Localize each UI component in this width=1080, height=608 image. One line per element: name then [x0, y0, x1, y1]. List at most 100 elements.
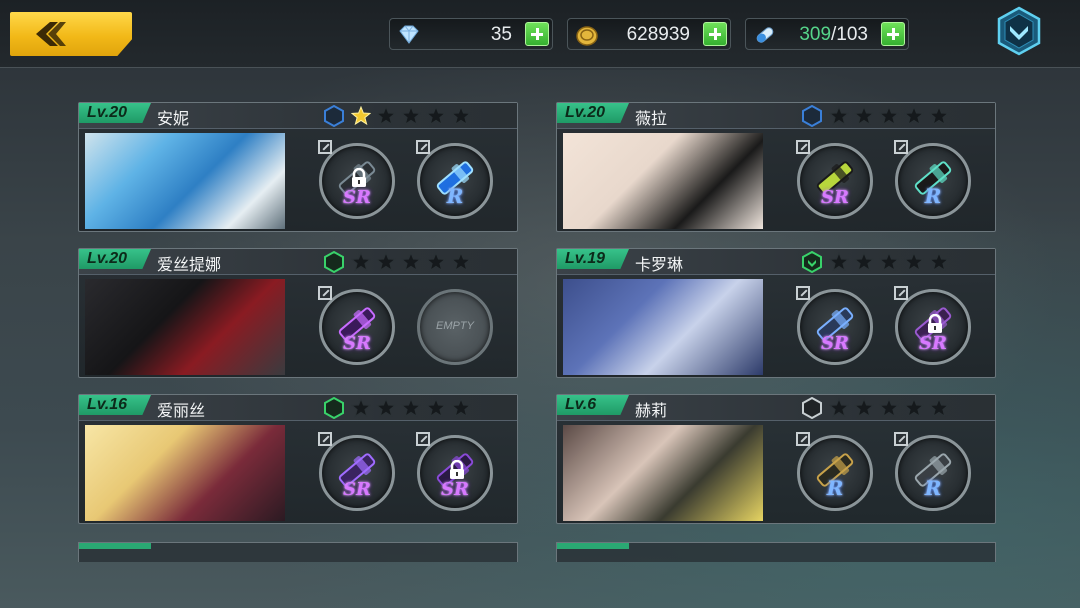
stamina-resource: 309/103	[745, 18, 909, 50]
rarity-label: SR	[821, 333, 849, 354]
character-card[interactable]: Lv.20 安妮 SR R	[78, 102, 518, 232]
rank-hex-icon	[801, 396, 823, 420]
top-bar: 35 628939 309/103	[0, 0, 1080, 68]
star-icon	[903, 105, 925, 126]
star-icon	[425, 397, 447, 418]
card-header: Lv.20 爱丝提娜	[79, 249, 517, 275]
back-arrow-icon	[36, 22, 66, 46]
level-label: Lv.16	[79, 395, 151, 415]
level-label: Lv.20	[557, 103, 629, 123]
star-icon	[928, 105, 950, 126]
level-label: Lv.19	[557, 249, 629, 269]
rank-hex-icon	[323, 104, 345, 128]
add-gold-button[interactable]	[703, 22, 727, 46]
star-icon	[878, 105, 900, 126]
stamina-count: 309/103	[799, 24, 868, 46]
stamina-current: 309	[799, 24, 832, 45]
gem-resource: 35	[389, 18, 553, 50]
equip-edit-icon	[796, 140, 810, 154]
card-header: Lv.16 爱丽丝	[79, 395, 517, 421]
gem-count: 35	[490, 24, 512, 45]
weapon-slot[interactable]: SR	[318, 432, 395, 511]
star-rating	[828, 105, 950, 126]
character-portrait[interactable]	[563, 133, 763, 229]
card-header: Lv.20 薇拉	[557, 103, 995, 129]
rarity-label: R	[924, 184, 942, 208]
character-card[interactable]: Lv.16 爱丽丝 SR SR	[78, 394, 518, 524]
star-rating	[828, 397, 950, 418]
equip-edit-icon	[318, 140, 332, 154]
partial-card-8	[556, 542, 996, 562]
add-gems-button[interactable]	[525, 22, 549, 46]
star-icon	[450, 105, 472, 126]
star-icon	[878, 251, 900, 272]
star-icon	[878, 397, 900, 418]
weapon-slot[interactable]: SR	[796, 140, 873, 219]
character-name: 爱丝提娜	[157, 255, 222, 274]
star-icon	[853, 397, 875, 418]
weapon-slot[interactable]: SR	[894, 286, 971, 365]
gem-icon	[399, 25, 419, 44]
partial-card-7	[78, 542, 518, 562]
rarity-label: SR	[441, 479, 469, 500]
level-label: Lv.6	[557, 395, 629, 415]
character-card[interactable]: Lv.20 薇拉 SR R	[556, 102, 996, 232]
character-portrait[interactable]	[85, 425, 285, 521]
equip-edit-icon	[894, 286, 908, 300]
weapon-slot[interactable]: R	[416, 140, 493, 219]
equip-edit-icon	[416, 140, 430, 154]
rarity-label: SR	[821, 187, 849, 208]
rarity-label: SR	[343, 187, 371, 208]
equip-edit-icon	[796, 286, 810, 300]
star-rating	[828, 251, 950, 272]
stamina-max: /103	[831, 24, 868, 45]
star-icon	[903, 251, 925, 272]
star-icon	[400, 397, 422, 418]
card-header: Lv.19 卡罗琳	[557, 249, 995, 275]
character-portrait[interactable]	[85, 279, 285, 375]
star-rating	[350, 251, 472, 272]
equip-edit-icon	[796, 432, 810, 446]
rarity-label: R	[446, 184, 464, 208]
level-label: Lv.20	[79, 249, 151, 269]
star-icon	[375, 105, 397, 126]
character-card[interactable]: Lv.19 卡罗琳 SR SR	[556, 248, 996, 378]
star-icon	[375, 251, 397, 272]
add-stamina-button[interactable]	[881, 22, 905, 46]
weapon-slot[interactable]: SR	[796, 286, 873, 365]
rank-hex-icon	[323, 396, 345, 420]
rarity-label: SR	[343, 333, 371, 354]
weapon-slot[interactable]: R	[894, 140, 971, 219]
character-name: 薇拉	[635, 109, 668, 128]
star-rating	[350, 397, 472, 418]
equip-edit-icon	[416, 432, 430, 446]
character-name: 卡罗琳	[635, 255, 684, 274]
weapon-slot[interactable]: SR	[318, 140, 395, 219]
character-card[interactable]: Lv.6 赫莉 R R	[556, 394, 996, 524]
star-icon	[400, 105, 422, 126]
back-button[interactable]	[10, 12, 132, 56]
star-icon	[903, 397, 925, 418]
star-icon	[425, 251, 447, 272]
star-icon	[400, 251, 422, 272]
character-portrait[interactable]	[85, 133, 285, 229]
weapon-slot[interactable]: SR	[318, 286, 395, 365]
rank-hex-icon	[801, 250, 823, 274]
equip-edit-icon	[318, 432, 332, 446]
character-portrait[interactable]	[563, 425, 763, 521]
menu-button[interactable]	[996, 6, 1042, 56]
star-icon	[928, 251, 950, 272]
equip-edit-icon	[894, 432, 908, 446]
equip-edit-icon	[318, 286, 332, 300]
star-icon	[853, 105, 875, 126]
stamina-vial-icon	[756, 27, 774, 43]
weapon-slot[interactable]: R	[796, 432, 873, 511]
rarity-label: SR	[343, 479, 371, 500]
character-name: 安妮	[157, 109, 190, 128]
weapon-slot[interactable]: SR	[416, 432, 493, 511]
level-label: Lv.20	[79, 103, 151, 123]
empty-weapon-slot[interactable]: EMPTY	[417, 289, 493, 365]
character-portrait[interactable]	[563, 279, 763, 375]
weapon-slot[interactable]: R	[894, 432, 971, 511]
character-card[interactable]: Lv.20 爱丝提娜 SR EMPTY	[78, 248, 518, 378]
